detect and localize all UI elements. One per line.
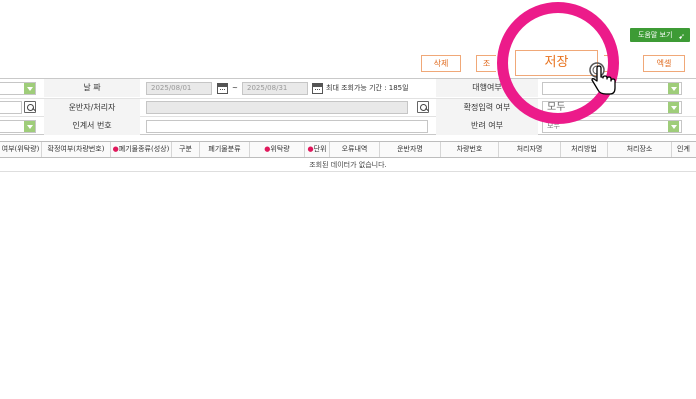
carrier-input[interactable] — [146, 101, 408, 114]
column-header[interactable]: 인계 — [672, 142, 696, 157]
chevron-down-icon[interactable] — [668, 121, 679, 132]
date-separator: ~ — [232, 84, 238, 92]
calendar-icon[interactable] — [217, 83, 228, 94]
column-header[interactable]: 처리장소 — [608, 142, 672, 157]
chevron-down-icon[interactable] — [668, 83, 679, 94]
column-header[interactable]: 여부(위탁량) — [0, 142, 42, 157]
column-header[interactable]: 처리방법 — [561, 142, 608, 157]
grid-header: 여부(위탁량) 확정여부(차량번호) ●폐기물종류(성상) 구분 폐기물분류 ●… — [0, 141, 696, 158]
column-header[interactable]: 차량번호 — [441, 142, 499, 157]
partial-button[interactable]: 조 — [476, 55, 496, 72]
column-header[interactable]: ●위탁량 — [250, 142, 305, 157]
pointer-icon: ➹ — [678, 32, 685, 41]
column-header[interactable]: 운반자명 — [380, 142, 441, 157]
date-from-input[interactable]: 2025/08/01 — [146, 82, 212, 95]
max-range-text: 최대 조회가능 기간 : 185일 — [326, 84, 409, 92]
handover-label: 인계서 번호 — [44, 117, 140, 135]
chevron-down-icon[interactable] — [24, 121, 35, 132]
lookup-icon[interactable] — [417, 101, 429, 113]
empty-message: 조회된 데이터가 없습니다. — [0, 158, 696, 172]
delete-button[interactable]: 삭제 — [421, 55, 461, 72]
column-header[interactable]: 폐기물분류 — [200, 142, 250, 157]
help-label: 도움말 보기 — [638, 31, 673, 39]
chevron-down-icon[interactable] — [668, 102, 679, 113]
calendar-icon[interactable] — [312, 83, 323, 94]
chevron-down-icon[interactable] — [24, 83, 35, 94]
reject-label: 반려 여부 — [436, 117, 538, 135]
handover-input[interactable] — [146, 120, 428, 133]
column-header[interactable]: ●단위 — [305, 142, 330, 157]
date-label: 날 짜 — [44, 79, 140, 97]
excel-button[interactable]: 엑셀 — [643, 55, 685, 72]
help-button[interactable]: 도움말 보기 ➹ — [630, 28, 690, 42]
hand-cursor-icon — [589, 62, 616, 95]
lookup-icon[interactable] — [24, 101, 36, 113]
column-header[interactable]: 처리자명 — [499, 142, 561, 157]
column-header[interactable]: ●폐기물종류(성상) — [111, 142, 172, 157]
left-input-2[interactable] — [0, 101, 22, 114]
column-header[interactable]: 오류내역 — [330, 142, 380, 157]
column-header[interactable]: 확정여부(차량번호) — [42, 142, 111, 157]
column-header[interactable]: 구분 — [172, 142, 200, 157]
date-to-input[interactable]: 2025/08/31 — [242, 82, 308, 95]
carrier-label: 운반자/처리자 — [44, 99, 140, 117]
filter-row-3: 인계서 번호 반려 여부 모두 — [0, 117, 696, 136]
